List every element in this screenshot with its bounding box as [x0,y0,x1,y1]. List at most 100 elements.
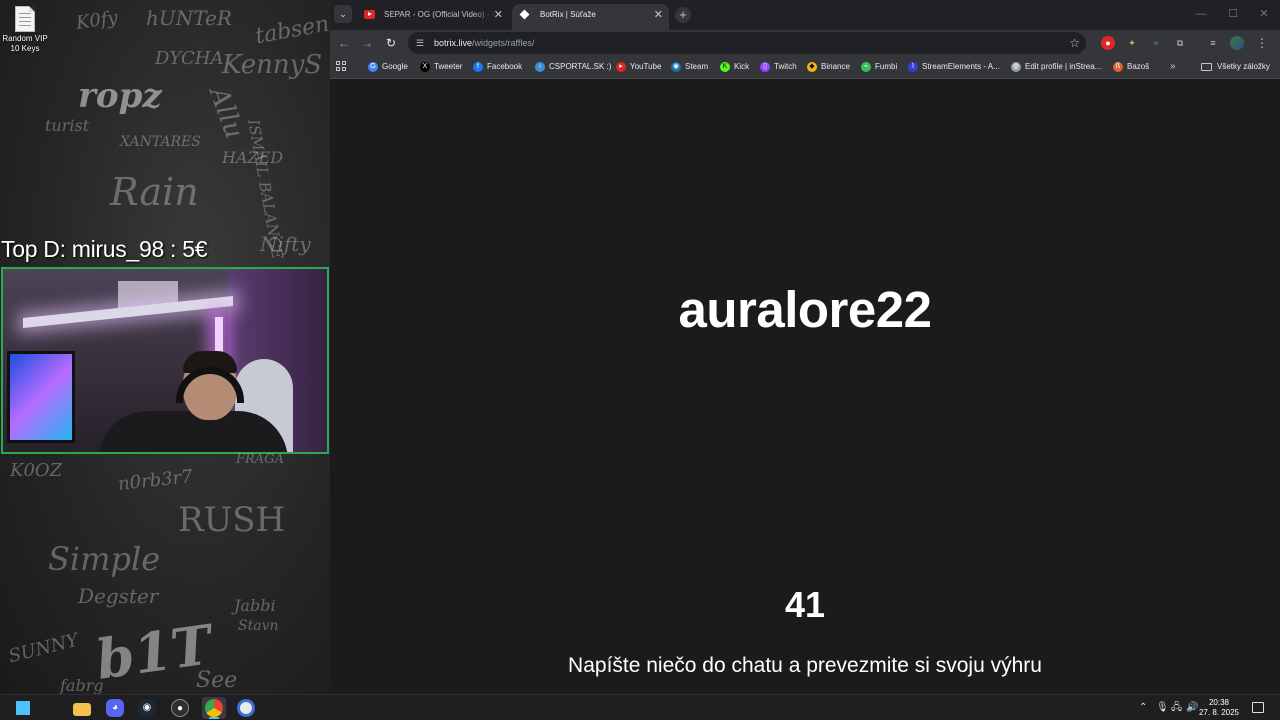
url-text[interactable]: botrix.live/widgets/raffles/ [434,32,534,54]
bookmark-instreamly[interactable]: ◍ Edit profile | inStrea... [1011,56,1101,78]
clock-date: 27. 8. 2025 [1198,708,1240,717]
new-tab-button[interactable]: + [675,7,691,23]
network-icon[interactable]: 🖧 [1171,695,1182,720]
chevron-up-icon[interactable]: ⌃ [1139,695,1147,720]
graffiti-text: n0rb3r7 [117,466,194,495]
tab-search-button[interactable]: ⌄ [334,5,352,23]
binance-icon: ◆ [807,62,817,72]
graffiti-text: RUSH [178,500,286,540]
youtube-icon [364,10,375,19]
youtube-icon: ▸ [616,62,626,72]
all-bookmarks-button[interactable]: Všetky záložky [1201,56,1270,78]
apps-grid-icon[interactable] [336,61,348,73]
file-explorer-icon[interactable] [73,703,91,716]
bookmark-label: Twitch [774,62,797,71]
extension-icon[interactable]: ≈ [1149,36,1163,50]
raffle-widget: auralore22 41 Napíšte niečo do chatu a p… [330,80,1280,694]
webcam-feed [1,267,329,454]
tab-youtube-video[interactable]: SEPAR - OG (Official Video) - Yo ✕ [356,4,509,30]
close-tab-icon[interactable]: ✕ [654,4,663,26]
site-info-icon[interactable]: ☰ [416,37,428,49]
address-bar[interactable]: ☰ botrix.live/widgets/raffles/ ☆ [408,32,1086,54]
desktop-file-icon[interactable]: Random VIP 10 Keys [2,6,48,54]
bookmark-label: Facebook [487,62,523,71]
graffiti-text: ropz [78,76,162,116]
browser-window: ⌄ SEPAR - OG (Official Video) - Yo ✕ Bot… [330,0,1280,694]
cam-pc-case [7,351,75,443]
bookmark-twitch[interactable]: ▯ Twitch [760,56,797,78]
system-clock[interactable]: 20:38 27. 8. 2025 [1198,698,1240,718]
maximize-button[interactable]: ☐ [1217,0,1249,28]
bookmark-youtube[interactable]: ▸ YouTube [616,56,661,78]
close-window-button[interactable]: ✕ [1248,0,1280,28]
forward-button[interactable]: → [358,34,376,52]
bookmark-csportal[interactable]: ‹ CSPORTAL.SK :) [535,56,611,78]
clock-time: 20:38 [1208,698,1230,707]
graffiti-text: Allu [203,83,250,143]
minimize-button[interactable]: — [1185,0,1217,28]
folder-icon [1201,63,1212,71]
streamelements-icon: ⌇ [908,62,918,72]
graffiti-text: turist [45,116,90,135]
screen: K0fy hUNTeR tabsen KennyS ropz DYCHA All… [0,0,1280,720]
bookmark-star-icon[interactable]: ☆ [1069,32,1080,54]
chevron-double-right-icon[interactable]: » [1170,56,1176,78]
graffiti-text: SUNNY [6,629,81,668]
botrix-icon [520,10,530,20]
obs-studio-icon[interactable]: ● [171,699,189,717]
volume-icon[interactable]: 🔊 [1186,695,1198,720]
bookmark-tweeter[interactable]: X Tweeter [420,56,462,78]
discord-icon[interactable]: ◕ [106,699,124,717]
extension-icon[interactable]: ✦ [1125,36,1139,50]
url-path: /widgets/raffles/ [472,38,535,48]
all-bookmarks-label: Všetky záložky [1217,62,1270,71]
graffiti-text: KennyS [222,50,323,80]
bookmark-label: Fumbi [875,62,898,71]
bookmark-kick[interactable]: K Kick [720,56,749,78]
bookmark-label: Kick [734,62,750,71]
graffiti-text: Simple [48,540,161,578]
media-controls-icon[interactable]: ≡ [1206,36,1220,50]
bookmark-google[interactable]: G Google [368,56,408,78]
more-menu-icon[interactable]: ⋮ [1255,36,1269,50]
google-icon: G [368,62,378,72]
fumbi-icon: ⌁ [861,62,871,72]
windows-start-icon[interactable] [14,699,32,717]
csportal-icon: ‹ [535,62,545,72]
graffiti-text: Rain [110,170,199,214]
tab-strip: ⌄ SEPAR - OG (Official Video) - Yo ✕ Bot… [330,0,1280,30]
graffiti-text: FRAGA [236,452,284,467]
reload-button[interactable]: ↻ [382,34,400,52]
notification-icon[interactable] [1252,702,1264,713]
bookmark-label: Google [382,62,408,71]
raffle-winner-name: auralore22 [678,281,933,338]
steam-icon[interactable]: ◉ [138,699,156,717]
chrome-alt-icon[interactable] [237,699,255,717]
graffiti-text: fabrg [60,676,104,694]
extensions-puzzle-icon[interactable]: ⧉ [1173,36,1187,50]
chrome-icon[interactable] [205,699,223,717]
bookmark-binance[interactable]: ◆ Binance [807,56,850,78]
bookmark-streamelements[interactable]: ⌇ StreamElements - A... [908,56,1000,78]
tab-botrix-raffles[interactable]: BotRix | Súťaže ✕ [512,4,669,30]
close-tab-icon[interactable]: ✕ [494,4,503,26]
tab-title: BotRix | Súťaže [540,10,596,19]
graffiti-text: Nifty [260,232,311,256]
bookmark-steam[interactable]: ◉ Steam [671,56,708,78]
twitch-icon: ▯ [760,62,770,72]
bookmark-facebook[interactable]: f Facebook [473,56,522,78]
facebook-icon: f [473,62,483,72]
bookmark-label: CSPORTAL.SK :) [549,62,612,71]
file-icon [15,6,35,32]
bookmarks-bar: G Google X Tweeter f Facebook ‹ CSPORTAL.SK … [330,56,1280,79]
profile-avatar[interactable] [1230,36,1244,50]
kick-icon: K [720,62,730,72]
bookmark-fumbi[interactable]: ⌁ Fumbi [861,56,897,78]
graffiti-text: K0fy [74,7,119,34]
graffiti-text: See [196,668,238,693]
bookmark-label: Edit profile | inStrea... [1025,62,1102,71]
back-button[interactable]: ← [335,34,353,52]
microphone-icon[interactable]: 🎙 [1156,695,1169,720]
record-extension-icon[interactable]: ● [1101,36,1115,50]
bookmark-bazos[interactable]: ß Bazoš [1113,56,1149,78]
